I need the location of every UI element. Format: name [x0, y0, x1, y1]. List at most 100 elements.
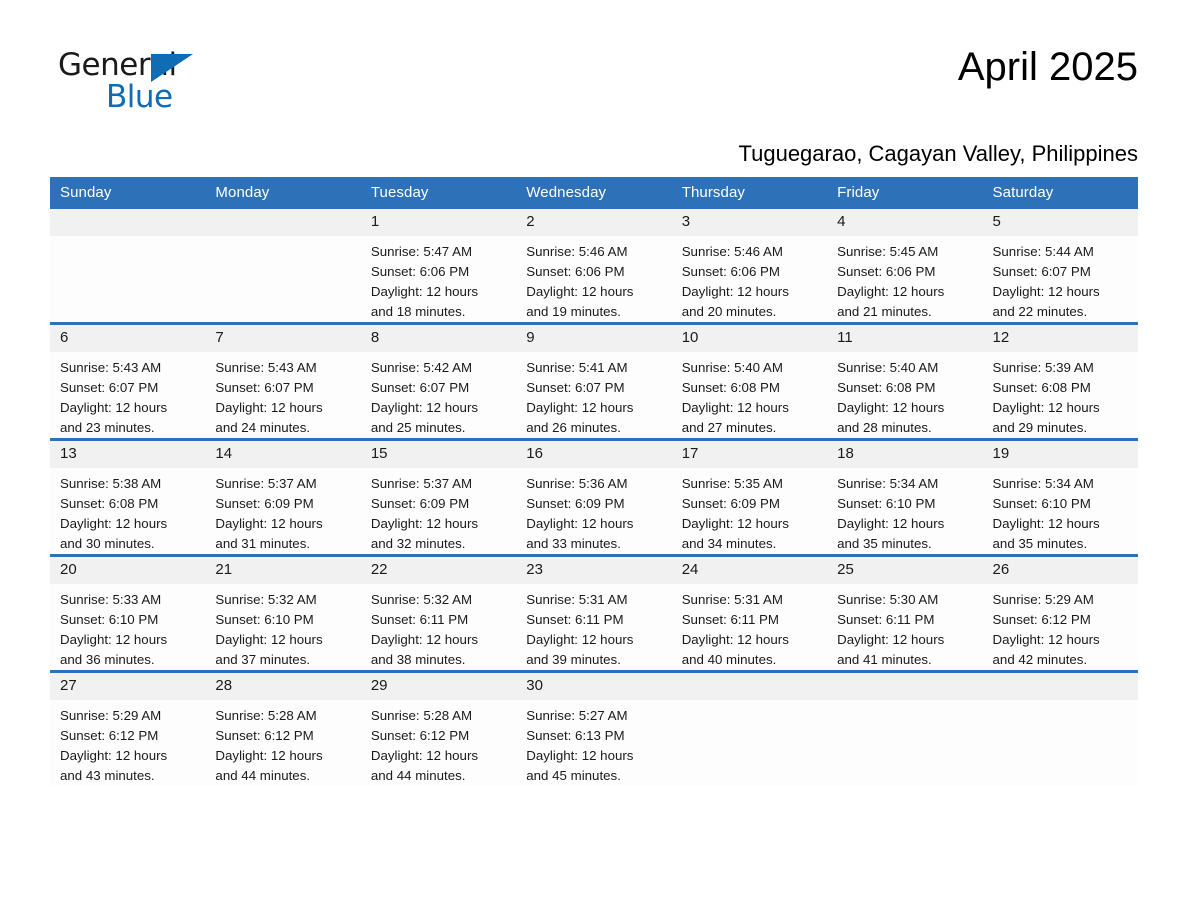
- sunset-text: Sunset: 6:10 PM: [215, 612, 314, 627]
- day-cell[interactable]: 30 Sunrise: 5:27 AM Sunset: 6:13 PM Dayligh…: [516, 670, 672, 786]
- sunrise-text: Sunrise: 5:33 AM: [60, 592, 162, 607]
- weekday-header-sunday: Sunday: [50, 177, 206, 209]
- day-cell[interactable]: 18 Sunrise: 5:34 AM Sunset: 6:10 PM Dayligh…: [827, 438, 983, 556]
- day-cell[interactable]: 29 Sunrise: 5:28 AM Sunset: 6:12 PM Dayligh…: [360, 670, 517, 786]
- day-number-band: 5: [982, 209, 1138, 236]
- sunset-text: Sunset: 6:11 PM: [370, 612, 469, 627]
- day-cell[interactable]: 11 Sunrise: 5:40 AM Sunset: 6:08 PM Dayligh…: [827, 322, 983, 440]
- day-cell[interactable]: 5 Sunrise: 5:44 AM Sunset: 6:07 PM Daylight…: [982, 209, 1138, 324]
- daylight-text-line2: and 32 minutes.: [370, 536, 466, 551]
- day-details: Sunrise: 5:29 AM Sunset: 6:12 PM Daylight:…: [50, 700, 205, 786]
- day-cell[interactable]: 3 Sunrise: 5:46 AM Sunset: 6:06 PM Daylight…: [671, 209, 828, 324]
- day-cell[interactable]: 14 Sunrise: 5:37 AM Sunset: 6:09 PM Dayligh…: [205, 438, 361, 556]
- day-cell[interactable]: 4 Sunrise: 5:45 AM Sunset: 6:06 PM Daylight…: [827, 209, 983, 324]
- daylight-text-line2: and 37 minutes.: [215, 652, 311, 667]
- sunrise-text: Sunrise: 5:31 AM: [681, 592, 783, 607]
- generalblue-logo[interactable]: General Blue: [50, 44, 200, 120]
- day-cell[interactable]: 7 Sunrise: 5:43 AM Sunset: 6:07 PM Daylight…: [205, 322, 361, 440]
- day-number: 12: [992, 329, 1010, 346]
- day-cell[interactable]: 20 Sunrise: 5:33 AM Sunset: 6:10 PM Dayligh…: [50, 554, 206, 672]
- day-number: 21: [215, 561, 233, 578]
- sunrise-text: Sunrise: 5:32 AM: [370, 592, 473, 607]
- day-cell[interactable]: 17 Sunrise: 5:35 AM Sunset: 6:09 PM Dayligh…: [671, 438, 828, 556]
- sunset-text: Sunset: 6:12 PM: [215, 728, 314, 743]
- day-cell-empty: [50, 209, 206, 324]
- sunset-text: Sunset: 6:09 PM: [215, 496, 314, 511]
- daylight-text-line2: and 27 minutes.: [681, 420, 777, 435]
- day-number-band: [205, 209, 361, 236]
- daylight-text-line1: Daylight: 12 hours: [215, 632, 323, 647]
- calendar-table: Sunday Monday Tuesday Wednesday Thursday Frid…: [50, 177, 1138, 786]
- page-header: General Blue April 2025: [50, 0, 1138, 124]
- daylight-text-line2: and 43 minutes.: [60, 768, 155, 783]
- daylight-text-line2: and 30 minutes.: [60, 536, 155, 551]
- week-row: 20 Sunrise: 5:33 AM Sunset: 6:10 PM Dayligh…: [50, 554, 1138, 672]
- day-cell[interactable]: 16 Sunrise: 5:36 AM Sunset: 6:09 PM Dayligh…: [516, 438, 672, 556]
- sunrise-text: Sunrise: 5:32 AM: [215, 592, 317, 607]
- daylight-text-line2: and 24 minutes.: [215, 420, 311, 435]
- daylight-text-line1: Daylight: 12 hours: [526, 632, 634, 647]
- day-number-band: 20: [50, 557, 206, 584]
- weekday-header-wednesday: Wednesday: [516, 177, 672, 209]
- day-number-band: 25: [827, 557, 983, 584]
- sunset-text: Sunset: 6:06 PM: [837, 264, 936, 279]
- sunrise-text: Sunrise: 5:30 AM: [837, 592, 939, 607]
- day-cell[interactable]: 21 Sunrise: 5:32 AM Sunset: 6:10 PM Dayligh…: [205, 554, 361, 672]
- weekday-header-monday: Monday: [205, 177, 361, 209]
- day-details: Sunrise: 5:29 AM Sunset: 6:12 PM Daylight:…: [983, 584, 1138, 670]
- day-number-band: 21: [205, 557, 361, 584]
- day-number-band: 9: [516, 325, 672, 352]
- day-details: Sunrise: 5:47 AM Sunset: 6:06 PM Daylight:…: [361, 236, 516, 322]
- sunrise-text: Sunrise: 5:37 AM: [215, 476, 317, 491]
- day-cell[interactable]: 6 Sunrise: 5:43 AM Sunset: 6:07 PM Daylight…: [50, 322, 206, 440]
- day-number-band: 6: [50, 325, 206, 352]
- day-cell[interactable]: 15 Sunrise: 5:37 AM Sunset: 6:09 PM Dayligh…: [360, 438, 517, 556]
- daylight-text-line2: and 44 minutes.: [370, 768, 466, 783]
- daylight-text-line1: Daylight: 12 hours: [370, 400, 479, 415]
- day-details: Sunrise: 5:40 AM Sunset: 6:08 PM Daylight:…: [827, 352, 982, 438]
- sunset-text: Sunset: 6:11 PM: [526, 612, 624, 627]
- day-cell[interactable]: 2 Sunrise: 5:46 AM Sunset: 6:06 PM Daylight…: [516, 209, 672, 324]
- day-cell[interactable]: 23 Sunrise: 5:31 AM Sunset: 6:11 PM Dayligh…: [516, 554, 672, 672]
- daylight-text-line1: Daylight: 12 hours: [526, 748, 634, 763]
- day-cell[interactable]: 27 Sunrise: 5:29 AM Sunset: 6:12 PM Dayligh…: [50, 670, 206, 786]
- day-details: Sunrise: 5:32 AM Sunset: 6:11 PM Daylight:…: [361, 584, 516, 670]
- title-block: April 2025: [958, 44, 1138, 88]
- daylight-text-line1: Daylight: 12 hours: [60, 748, 168, 763]
- day-number: 27: [60, 677, 77, 694]
- day-cell[interactable]: 25 Sunrise: 5:30 AM Sunset: 6:11 PM Dayligh…: [827, 554, 983, 672]
- day-cell[interactable]: 26 Sunrise: 5:29 AM Sunset: 6:12 PM Dayligh…: [982, 554, 1138, 672]
- day-cell[interactable]: 10 Sunrise: 5:40 AM Sunset: 6:08 PM Dayligh…: [671, 322, 828, 440]
- sunrise-text: Sunrise: 5:45 AM: [837, 244, 939, 259]
- day-details: Sunrise: 5:30 AM Sunset: 6:11 PM Daylight:…: [827, 584, 982, 670]
- day-cell[interactable]: 22 Sunrise: 5:32 AM Sunset: 6:11 PM Dayligh…: [360, 554, 517, 672]
- day-cell[interactable]: 9 Sunrise: 5:41 AM Sunset: 6:07 PM Daylight…: [516, 322, 672, 440]
- day-number-band: 15: [360, 441, 517, 468]
- daylight-text-line2: and 42 minutes.: [992, 652, 1088, 667]
- sunrise-text: Sunrise: 5:39 AM: [992, 360, 1094, 375]
- sunset-text: Sunset: 6:11 PM: [681, 612, 780, 627]
- day-cell[interactable]: 8 Sunrise: 5:42 AM Sunset: 6:07 PM Daylight…: [360, 322, 517, 440]
- sunrise-text: Sunrise: 5:43 AM: [215, 360, 317, 375]
- day-details: Sunrise: 5:31 AM Sunset: 6:11 PM Daylight:…: [672, 584, 827, 670]
- logo-text-blue: Blue: [106, 79, 173, 115]
- day-cell[interactable]: 28 Sunrise: 5:28 AM Sunset: 6:12 PM Dayligh…: [205, 670, 361, 786]
- day-details: Sunrise: 5:46 AM Sunset: 6:06 PM Daylight:…: [672, 236, 827, 322]
- day-cell[interactable]: 12 Sunrise: 5:39 AM Sunset: 6:08 PM Dayligh…: [982, 322, 1138, 440]
- day-cell[interactable]: 13 Sunrise: 5:38 AM Sunset: 6:08 PM Dayligh…: [50, 438, 206, 556]
- week-row: 6 Sunrise: 5:43 AM Sunset: 6:07 PM Daylight…: [50, 322, 1138, 440]
- day-details: Sunrise: 5:37 AM Sunset: 6:09 PM Daylight:…: [361, 468, 516, 554]
- daylight-text-line1: Daylight: 12 hours: [992, 284, 1100, 299]
- day-number-band: 14: [205, 441, 361, 468]
- sunset-text: Sunset: 6:09 PM: [526, 496, 625, 511]
- sunrise-text: Sunrise: 5:44 AM: [992, 244, 1094, 259]
- day-cell[interactable]: 24 Sunrise: 5:31 AM Sunset: 6:11 PM Dayligh…: [671, 554, 828, 672]
- sunset-text: Sunset: 6:10 PM: [60, 612, 159, 627]
- day-cell[interactable]: 19 Sunrise: 5:34 AM Sunset: 6:10 PM Dayligh…: [982, 438, 1138, 556]
- day-details: Sunrise: 5:44 AM Sunset: 6:07 PM Daylight:…: [983, 236, 1138, 322]
- day-number-band: 10: [671, 325, 828, 352]
- daylight-text-line1: Daylight: 12 hours: [60, 632, 168, 647]
- day-details: Sunrise: 5:28 AM Sunset: 6:12 PM Daylight:…: [205, 700, 360, 786]
- day-cell[interactable]: 1 Sunrise: 5:47 AM Sunset: 6:06 PM Daylight…: [360, 209, 517, 324]
- sunset-text: Sunset: 6:08 PM: [681, 380, 780, 395]
